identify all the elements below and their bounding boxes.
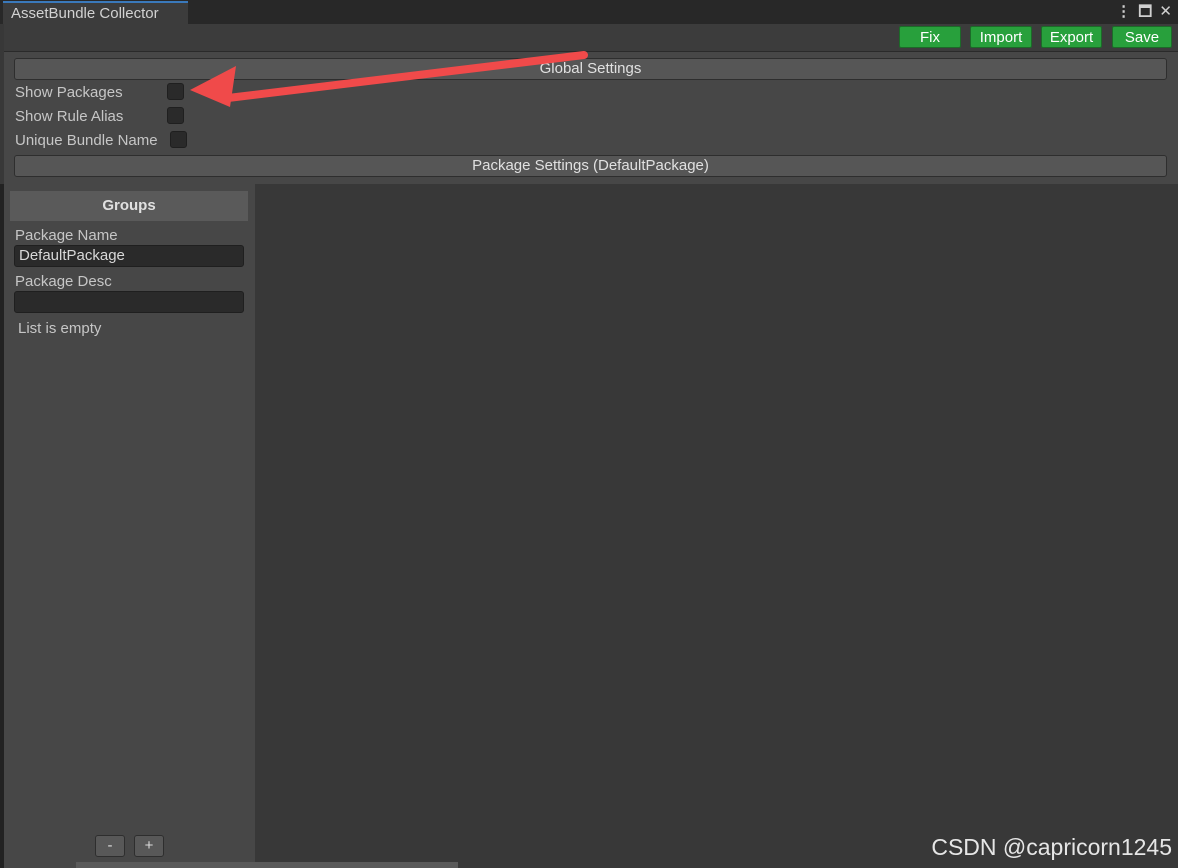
- annotation-arrow-icon: [190, 51, 588, 107]
- assetbundle-collector-window: AssetBundle Collector ⋮ 🗖 ✕ Fix Import E…: [0, 0, 1178, 868]
